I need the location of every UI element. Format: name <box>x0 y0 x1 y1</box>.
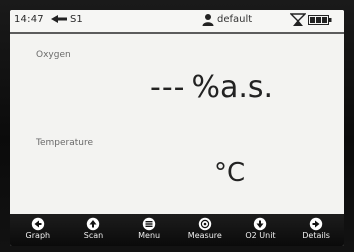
arrow-left-icon <box>31 216 45 231</box>
softkey-label: Menu <box>138 231 161 240</box>
user-name: default <box>217 14 253 25</box>
softkey-label: Graph <box>25 231 51 240</box>
softkey-label: O2 Unit <box>245 231 276 240</box>
display-screen: 14:47 S1 default Oxygen --- %a.s. Temper… <box>10 10 344 246</box>
arrow-up-icon <box>86 216 100 231</box>
softkey-label: Measure <box>187 231 222 240</box>
temperature-label: Temperature <box>36 138 94 148</box>
oxygen-label: Oxygen <box>36 50 71 60</box>
softkey-o2-unit[interactable]: O2 Unit <box>237 214 283 246</box>
softkey-scan[interactable]: Scan <box>70 214 116 246</box>
status-bar: 14:47 S1 default <box>10 10 344 34</box>
oxygen-reading: --- %a.s. <box>150 70 273 105</box>
menu-icon <box>142 216 156 231</box>
arrow-right-icon <box>309 216 323 231</box>
clock-time: 14:47 <box>14 14 44 25</box>
oxygen-value: --- <box>150 70 186 105</box>
softkey-details[interactable]: Details <box>293 214 339 246</box>
sensor-probe-icon <box>50 14 68 27</box>
softkey-label: Scan <box>83 231 104 240</box>
softkey-graph[interactable]: Graph <box>15 214 61 246</box>
sensor-id: S1 <box>70 14 83 25</box>
signal-icon <box>289 13 307 30</box>
softkey-measure[interactable]: Measure <box>182 214 228 246</box>
measure-icon <box>198 216 212 231</box>
user-icon <box>202 13 214 29</box>
softkey-menu[interactable]: Menu <box>126 214 172 246</box>
softkey-label: Details <box>302 231 330 240</box>
arrow-down-icon <box>253 216 267 231</box>
battery-icon <box>308 15 332 28</box>
oxygen-unit: %a.s. <box>191 70 274 105</box>
softkey-bar: Graph Scan Menu Measure O2 Unit Details <box>10 214 344 246</box>
temperature-unit: °C <box>214 158 246 188</box>
